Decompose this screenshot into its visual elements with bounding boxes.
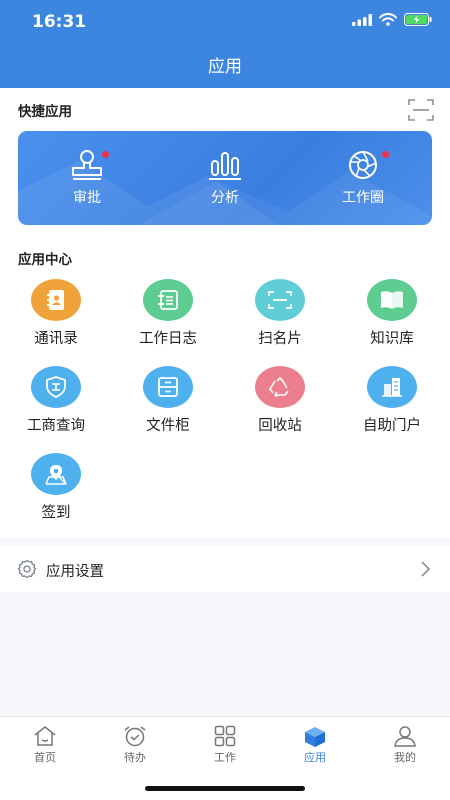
tab-label: 我的 [394, 751, 416, 764]
app-label: 文件柜 [146, 418, 190, 434]
page-title: 应用 [208, 57, 242, 77]
app-label: 通讯录 [34, 331, 78, 347]
tab-mine[interactable]: 我的 [360, 717, 450, 769]
app-settings-row[interactable]: 应用设置 [0, 546, 450, 592]
status-bar: 16:31 [0, 0, 450, 44]
stamp-icon [72, 150, 102, 180]
cabinet-icon [143, 366, 193, 408]
work-circle-badge [382, 151, 389, 158]
quick-item-label: 工作圈 [342, 190, 384, 206]
bar-chart-icon [209, 152, 241, 180]
app-knowledge-base[interactable]: 知识库 [336, 279, 448, 359]
chevron-right-icon [421, 561, 430, 577]
battery-charging-icon [404, 13, 432, 26]
app-label: 工商查询 [27, 418, 85, 434]
cellular-signal-icon [352, 13, 372, 26]
quick-apps-title: 快捷应用 [18, 104, 72, 120]
tab-label: 工作 [214, 751, 236, 764]
tab-todo[interactable]: 待办 [90, 717, 180, 769]
app-label: 回收站 [258, 418, 302, 434]
approval-badge [102, 151, 109, 158]
cube-icon [305, 727, 325, 747]
tab-home[interactable]: 首页 [0, 717, 90, 769]
app-business-query[interactable]: 工商查询 [0, 366, 112, 446]
app-file-cabinet[interactable]: 文件柜 [112, 366, 224, 446]
tab-label: 待办 [124, 751, 146, 764]
home-icon [34, 726, 56, 746]
quick-apps-section: 快捷应用 审批 分析 工作圈 [0, 88, 450, 240]
app-header: 16:31 应用 [0, 0, 450, 88]
tab-work[interactable]: 工作 [180, 717, 270, 769]
building-icon [367, 366, 417, 408]
gear-icon [17, 559, 37, 579]
app-label: 签到 [41, 505, 71, 521]
quick-item-label: 审批 [73, 190, 101, 206]
recycle-icon [255, 366, 305, 408]
app-self-service-portal[interactable]: 自助门户 [336, 366, 448, 446]
quick-item-approval[interactable]: 审批 [18, 131, 156, 225]
status-time: 16:31 [32, 12, 87, 32]
tab-label: 首页 [34, 751, 56, 764]
home-indicator [145, 786, 305, 791]
app-check-in[interactable]: 签到 [0, 453, 112, 533]
app-work-log[interactable]: 工作日志 [112, 279, 224, 359]
camera-shutter-icon [349, 151, 377, 179]
alarm-clock-icon [124, 726, 146, 747]
settings-label: 应用设置 [46, 564, 104, 580]
status-icons [352, 13, 432, 26]
app-label: 工作日志 [139, 331, 197, 347]
location-pin-icon [31, 453, 81, 495]
contacts-icon [31, 279, 81, 321]
scan-icon[interactable] [408, 98, 434, 122]
app-center-title: 应用中心 [18, 252, 72, 268]
app-recycle-bin[interactable]: 回收站 [224, 366, 336, 446]
app-label: 扫名片 [258, 331, 302, 347]
shield-icon [31, 366, 81, 408]
quick-item-work-circle[interactable]: 工作圈 [294, 131, 432, 225]
app-label: 知识库 [370, 331, 414, 347]
quick-item-analysis[interactable]: 分析 [156, 131, 294, 225]
quick-item-label: 分析 [211, 190, 239, 206]
tab-label: 应用 [304, 751, 326, 764]
book-icon [367, 279, 417, 321]
notebook-icon [143, 279, 193, 321]
app-label: 自助门户 [363, 418, 421, 434]
quick-apps-card: 审批 分析 工作圈 [18, 131, 432, 225]
person-icon [394, 726, 416, 747]
app-scan-card[interactable]: 扫名片 [224, 279, 336, 359]
app-center-section: 应用中心 通讯录 工作日志 扫名片 知识库 工商查询 文件柜 回收站 自助门户 … [0, 240, 450, 538]
grid-icon [214, 725, 236, 747]
wifi-icon [379, 13, 397, 26]
tab-apps[interactable]: 应用 [270, 717, 360, 769]
scan-card-icon [255, 279, 305, 321]
app-contacts[interactable]: 通讯录 [0, 279, 112, 359]
